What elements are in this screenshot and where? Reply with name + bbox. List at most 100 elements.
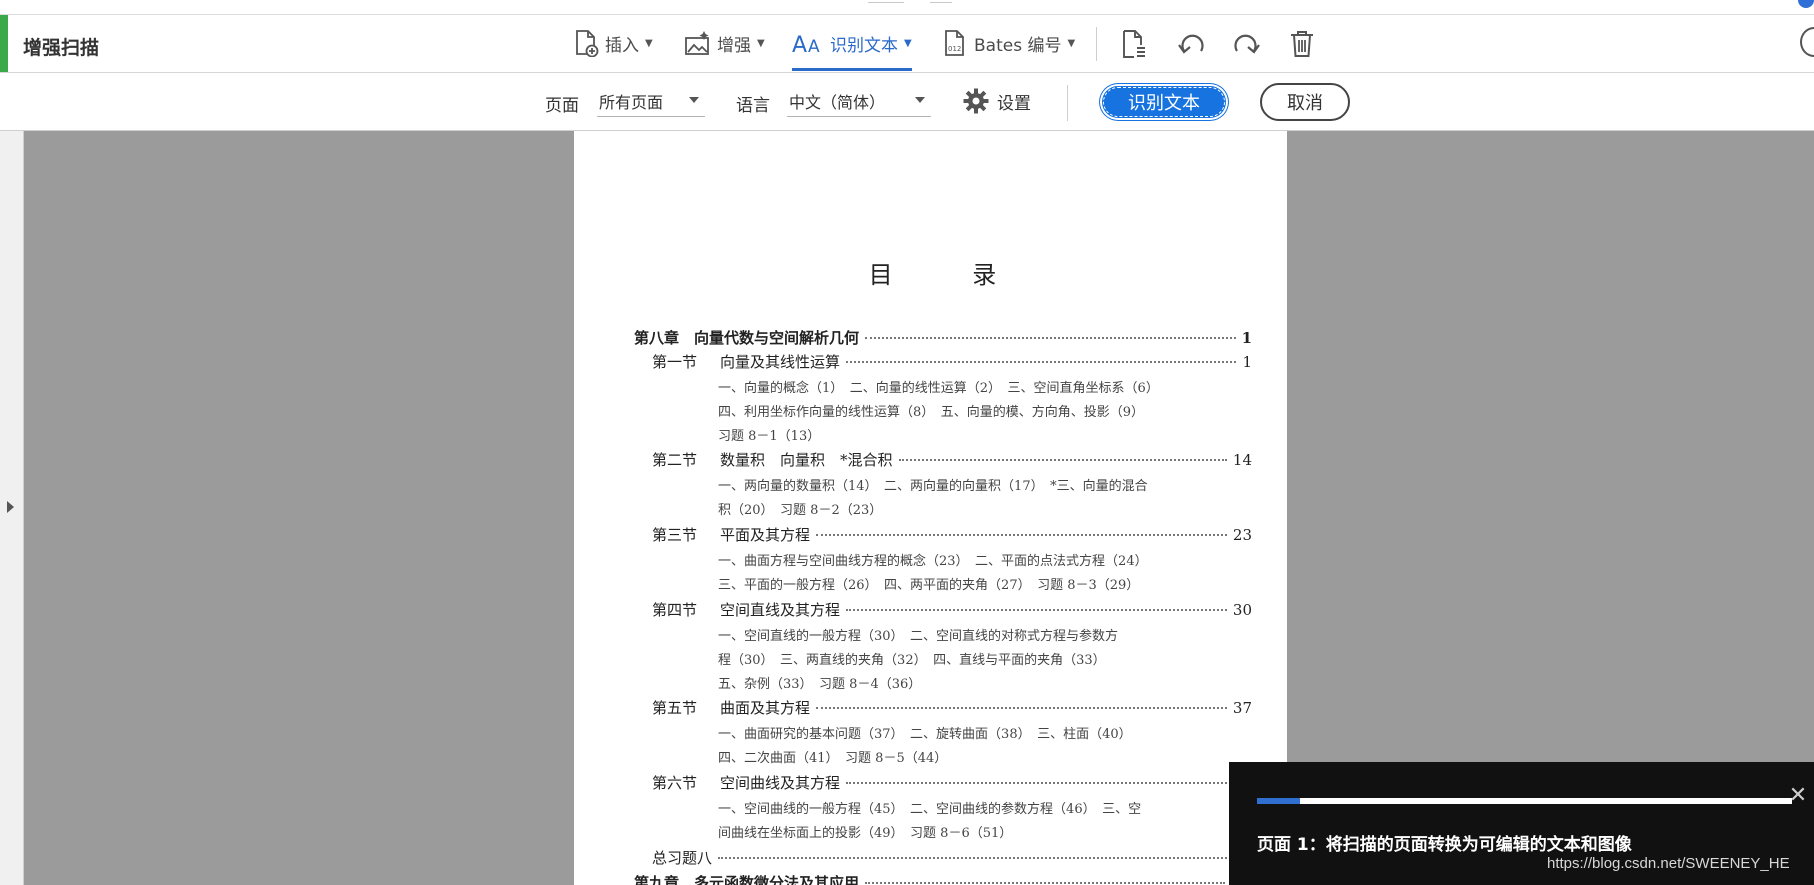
- settings-button[interactable]: 设置: [963, 88, 1031, 114]
- section-title: 向量及其线性运算: [720, 353, 841, 371]
- left-panel-rail: [0, 131, 24, 885]
- toc-title: 目 录: [868, 261, 1033, 289]
- toolbar-divider: [1067, 85, 1068, 121]
- leader-dots: [898, 459, 1227, 461]
- svg-text:A: A: [808, 37, 820, 56]
- toc-chapter-9: 第九章 多元函数微分法及其应用 54: [634, 872, 1252, 885]
- rotate-left-icon: [1178, 34, 1204, 54]
- bates-number-button[interactable]: 012 Bates 编号 ▼: [940, 26, 1075, 60]
- chapter-title: 第八章 向量代数与空间解析几何: [634, 329, 860, 347]
- section-number: 第五节: [652, 699, 698, 717]
- leader-dots: [865, 337, 1236, 339]
- page-number: 37: [1232, 699, 1252, 717]
- toc-subentry: 习题 8－1（13）: [718, 429, 821, 444]
- chevron-down-icon: ▼: [645, 37, 653, 49]
- tool-accent-bar: [0, 15, 8, 72]
- section-number: 第四节: [652, 601, 698, 619]
- section-title: 空间直线及其方程: [720, 601, 841, 619]
- language-label: 语言: [736, 96, 770, 116]
- rotate-right-button[interactable]: [1230, 28, 1262, 60]
- delete-button[interactable]: [1286, 28, 1318, 60]
- insert-button[interactable]: 插入 ▼: [571, 26, 653, 60]
- top-divider: [868, 2, 904, 3]
- cancel-button-label: 取消: [1287, 93, 1323, 114]
- pages-select-value: 所有页面: [599, 93, 664, 112]
- window-top-strip: [0, 0, 1814, 15]
- enhance-label: 增强: [717, 35, 751, 56]
- toc-subentry: 积（20） 习题 8－2（23）: [718, 503, 883, 518]
- pages-label: 页面: [545, 96, 579, 116]
- toc-subentry: 一、空间直线的一般方程（30） 二、空间直线的对称式方程与参数方: [718, 629, 1119, 644]
- toc-section: 第五节 曲面及其方程 37: [652, 697, 1252, 718]
- language-select-value: 中文（简体）: [789, 93, 886, 112]
- section-number: 第三节: [652, 526, 698, 544]
- section-title: 数量积 向量积 *混合积: [720, 451, 893, 469]
- avatar[interactable]: [1798, 0, 1814, 8]
- tool-title: 增强扫描: [23, 37, 100, 59]
- insert-page-icon: [571, 28, 601, 58]
- replace-page-button[interactable]: [1118, 28, 1150, 60]
- leader-dots: [846, 361, 1237, 363]
- toolbar-divider: [1096, 27, 1097, 61]
- toc-review: 总习题八 51: [652, 847, 1252, 868]
- page-number: 1: [1242, 353, 1252, 371]
- section-number: 第一节: [652, 353, 698, 371]
- progress-message: 页面 1：将扫描的页面转换为可编辑的文本和图像: [1257, 835, 1632, 855]
- enhance-button[interactable]: 增强 ▼: [683, 26, 765, 60]
- section-title: 空间曲线及其方程: [720, 774, 841, 792]
- bates-numbering-icon: 012: [940, 28, 970, 58]
- recognize-text-tab[interactable]: AA 识别文本 ▼: [792, 26, 912, 71]
- toc-subentry: 四、二次曲面（41） 习题 8－5（44）: [718, 751, 948, 766]
- cancel-button[interactable]: 取消: [1260, 83, 1350, 121]
- toc-subentry: 一、空间曲线的一般方程（45） 二、空间曲线的参数方程（46） 三、空: [718, 802, 1142, 817]
- chevron-down-icon: ▼: [904, 37, 912, 49]
- section-title: 平面及其方程: [720, 526, 811, 544]
- chevron-down-icon: [915, 97, 925, 103]
- toc-section: 第四节 空间直线及其方程 30: [652, 599, 1252, 620]
- svg-text:012: 012: [948, 45, 961, 53]
- toc-subentry: 间曲线在坐标面上的投影（49） 习题 8－6（51）: [718, 826, 1013, 841]
- trash-icon: [1291, 31, 1313, 57]
- leader-dots: [816, 534, 1227, 536]
- section-number: 第六节: [652, 774, 698, 792]
- recognize-text-button[interactable]: 识别文本: [1099, 83, 1229, 121]
- text-recognition-icon: AA: [792, 28, 826, 58]
- review-title: 总习题八: [652, 849, 713, 867]
- ocr-options-bar: 页面 所有页面 语言 中文（简体） 设置 识别文本 取消: [0, 73, 1814, 131]
- gear-icon: [963, 88, 989, 114]
- leader-dots: [816, 707, 1227, 709]
- leader-dots: [846, 609, 1227, 611]
- chevron-down-icon: ▼: [1067, 37, 1076, 49]
- settings-label: 设置: [997, 93, 1031, 114]
- rotate-right-icon: [1234, 34, 1260, 54]
- page-number: 23: [1232, 526, 1252, 544]
- toc-subentry: 一、向量的概念（1） 二、向量的线性运算（2） 三、空间直角坐标系（6）: [718, 381, 1159, 396]
- toc-subentry: 一、两向量的数量积（14） 二、两向量的向量积（17） *三、向量的混合: [718, 479, 1148, 494]
- close-tool-icon[interactable]: [1800, 27, 1814, 57]
- close-icon[interactable]: ✕: [1786, 784, 1810, 808]
- leader-dots: [718, 857, 1227, 859]
- toc-section: 第二节 数量积 向量积 *混合积 14: [652, 449, 1252, 470]
- language-select[interactable]: 中文（简体）: [787, 86, 931, 117]
- page-number: 30: [1232, 601, 1252, 619]
- page-number: 1: [1241, 329, 1252, 347]
- progress-bar: [1257, 798, 1792, 804]
- enhance-image-icon: [683, 28, 713, 58]
- toc-chapter-8: 第八章 向量代数与空间解析几何 1: [634, 327, 1252, 348]
- toc-section: 第一节 向量及其线性运算 1: [652, 351, 1252, 372]
- chevron-down-icon: ▼: [757, 37, 765, 49]
- insert-label: 插入: [605, 35, 639, 56]
- pages-select[interactable]: 所有页面: [597, 86, 705, 117]
- expand-panel-arrow-icon[interactable]: [7, 501, 14, 513]
- leader-dots: [846, 782, 1227, 784]
- watermark-text: https://blog.csdn.net/SWEENEY_HE: [1547, 855, 1790, 872]
- enhance-scan-toolbar: 增强扫描 插入 ▼ 增强 ▼ AA 识别文本 ▼ 012 Bates 编号 ▼: [0, 15, 1814, 73]
- document-page: 目 录 第八章 向量代数与空间解析几何 1 第一节 向量及其线性运算 1 一、向…: [574, 131, 1287, 885]
- section-title: 曲面及其方程: [720, 699, 811, 717]
- bates-label: Bates 编号: [974, 35, 1062, 56]
- focus-ring: [1103, 87, 1225, 117]
- chapter-title: 第九章 多元函数微分法及其应用: [634, 874, 860, 885]
- rotate-left-button[interactable]: [1176, 28, 1208, 60]
- recognize-text-label: 识别文本: [830, 35, 898, 56]
- toc-subentry: 程（30） 三、两直线的夹角（32） 四、直线与平面的夹角（33）: [718, 653, 1106, 668]
